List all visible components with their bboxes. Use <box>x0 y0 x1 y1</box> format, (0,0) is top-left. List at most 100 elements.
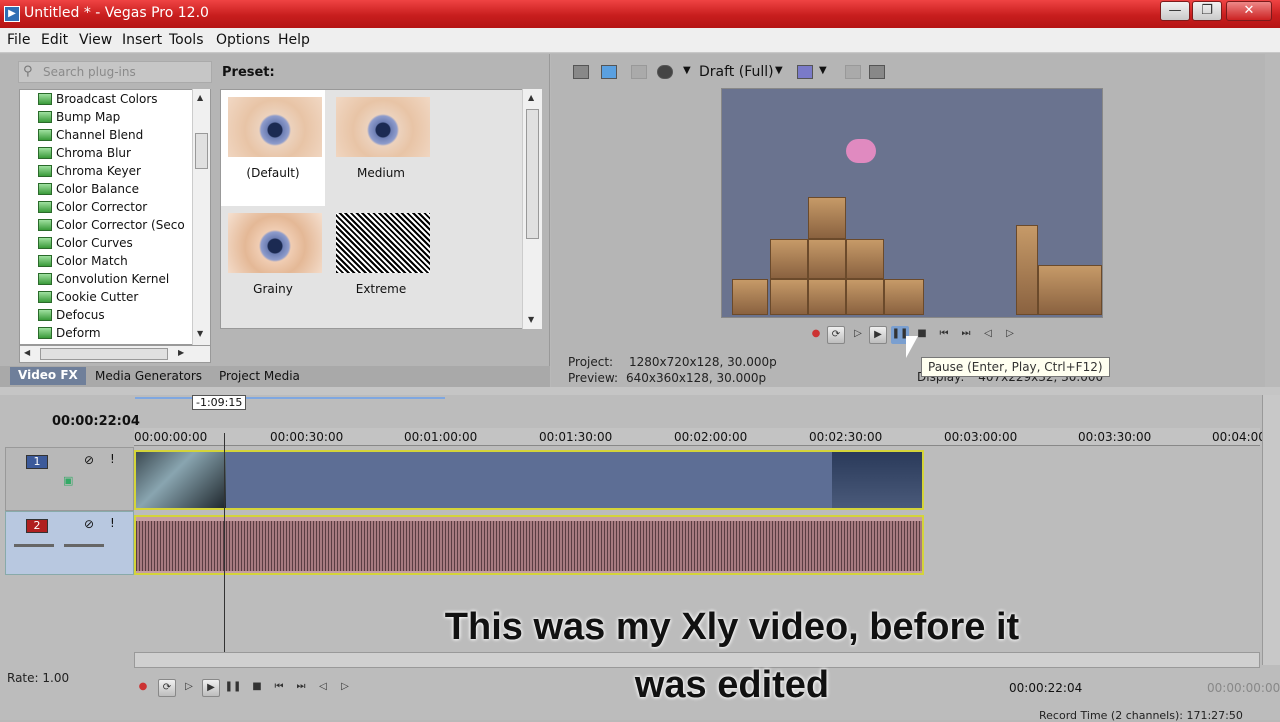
plugin-item[interactable]: Color Match <box>38 252 128 270</box>
menu-tools[interactable]: Tools <box>169 32 204 48</box>
solo-icon[interactable]: ! <box>110 452 115 466</box>
search-plugins-input[interactable]: Search plug-ins <box>18 61 212 83</box>
scroll-thumb[interactable] <box>526 109 539 239</box>
scroll-up-icon[interactable]: ▲ <box>197 93 203 102</box>
scroll-right-icon[interactable]: ▶ <box>178 348 184 357</box>
plugin-item[interactable]: Color Balance <box>38 180 139 198</box>
preset-default[interactable]: (Default) <box>221 90 325 206</box>
preview-properties-icon[interactable] <box>573 65 589 79</box>
maximize-button[interactable]: ❐ <box>1192 1 1222 21</box>
video-clip[interactable] <box>134 450 924 510</box>
go-to-start-icon[interactable]: ⏮ <box>935 326 953 344</box>
plugin-item[interactable]: Defocus <box>38 306 105 324</box>
mute-icon[interactable]: ⊘ <box>84 453 94 467</box>
track-fx-icon[interactable]: ▣ <box>63 474 73 487</box>
chevron-down-icon[interactable]: ▼ <box>819 65 827 76</box>
plugin-item[interactable]: Chroma Blur <box>38 144 131 162</box>
volume-slider[interactable] <box>14 544 54 547</box>
current-time-readout: 00:00:22:04 <box>1009 681 1083 695</box>
plugin-item[interactable]: Broadcast Colors <box>38 90 158 108</box>
preset-extreme[interactable]: Extreme <box>329 206 433 322</box>
plugin-item[interactable]: Color Curves <box>38 234 133 252</box>
solo-icon[interactable]: ! <box>110 516 115 530</box>
loop-region-bar[interactable] <box>135 397 445 399</box>
scroll-thumb[interactable] <box>40 348 168 360</box>
preset-scrollbar[interactable]: ▲ ▼ <box>522 89 542 329</box>
preview-quality-dropdown[interactable]: Draft (Full) <box>699 64 774 80</box>
plugin-item[interactable]: Convolution Kernel <box>38 270 169 288</box>
preset-medium[interactable]: Medium <box>329 90 433 206</box>
plugin-item[interactable]: Bump Map <box>38 108 120 126</box>
split-screen-icon[interactable] <box>657 65 673 79</box>
preview-fx-icon[interactable] <box>631 65 647 79</box>
previous-frame-icon[interactable]: ◁ <box>314 679 332 697</box>
tab-media-generators[interactable]: Media Generators <box>95 369 202 383</box>
plugin-list[interactable]: Broadcast Colors Bump Map Channel Blend … <box>19 89 211 345</box>
record-icon[interactable]: ● <box>807 326 825 344</box>
tab-video-fx[interactable]: Video FX <box>10 367 86 385</box>
loop-icon[interactable]: ⟳ <box>827 326 845 344</box>
menu-help[interactable]: Help <box>278 32 310 48</box>
time-ruler[interactable]: 00:00:00:00 00:00:30:00 00:01:00:00 00:0… <box>134 428 1270 446</box>
next-frame-icon[interactable]: ▷ <box>1001 326 1019 344</box>
timeline-vscrollbar[interactable] <box>1262 395 1280 665</box>
next-frame-icon[interactable]: ▷ <box>336 679 354 697</box>
plugin-item[interactable]: Color Corrector (Seco <box>38 216 185 234</box>
save-snapshot-icon[interactable] <box>869 65 885 79</box>
menu-insert[interactable]: Insert <box>122 32 162 48</box>
audio-track-header[interactable]: 2 ⊘ ! <box>5 511 134 575</box>
previous-frame-icon[interactable]: ◁ <box>979 326 997 344</box>
scroll-up-icon[interactable]: ▲ <box>528 93 534 102</box>
plugin-item[interactable]: Channel Blend <box>38 126 143 144</box>
scroll-down-icon[interactable]: ▼ <box>197 329 203 338</box>
go-to-start-icon[interactable]: ⏮ <box>270 679 288 697</box>
go-to-end-icon[interactable]: ⏭ <box>957 326 975 344</box>
close-button[interactable]: ✕ <box>1226 1 1272 21</box>
plugin-item[interactable]: Deform <box>38 324 101 342</box>
record-time-status: Record Time (2 channels): 171:27:50 <box>1039 709 1243 722</box>
plugin-item[interactable]: Cookie Cutter <box>38 288 138 306</box>
plugin-list-scrollbar[interactable]: ▲ ▼ <box>192 89 210 345</box>
preset-grainy[interactable]: Grainy <box>221 206 325 322</box>
plugin-item[interactable]: Chroma Keyer <box>38 162 141 180</box>
go-to-end-icon[interactable]: ⏭ <box>292 679 310 697</box>
loop-icon[interactable]: ⟳ <box>158 679 176 697</box>
audio-clip[interactable] <box>134 515 924 575</box>
plugin-list-hscrollbar[interactable]: ◀ ▶ <box>19 345 211 363</box>
playhead[interactable] <box>224 433 225 663</box>
chevron-down-icon[interactable]: ▼ <box>683 65 691 76</box>
play-icon[interactable]: ▶ <box>869 326 887 344</box>
time-marker[interactable]: -1:09:15 <box>192 395 247 410</box>
clip-thumbnail <box>136 452 226 508</box>
pane-splitter[interactable] <box>0 387 1280 395</box>
mute-icon[interactable]: ⊘ <box>84 517 94 531</box>
vegas-app-icon[interactable]: ▶ <box>4 6 20 22</box>
tab-project-media[interactable]: Project Media <box>219 369 300 383</box>
menu-edit[interactable]: Edit <box>41 32 68 48</box>
play-from-start-icon[interactable]: ▷ <box>849 326 867 344</box>
scroll-down-icon[interactable]: ▼ <box>528 315 534 324</box>
chevron-down-icon[interactable]: ▼ <box>775 65 783 76</box>
record-icon[interactable]: ● <box>134 679 152 697</box>
overlays-icon[interactable] <box>797 65 813 79</box>
plugin-item[interactable]: Color Corrector <box>38 198 147 216</box>
external-monitor-icon[interactable] <box>601 65 617 79</box>
stop-icon[interactable]: ■ <box>248 679 266 697</box>
play-icon[interactable]: ▶ <box>202 679 220 697</box>
preset-thumbnail <box>336 213 430 273</box>
menu-file[interactable]: File <box>7 32 30 48</box>
scroll-thumb[interactable] <box>195 133 208 169</box>
preset-thumbnail <box>228 213 322 273</box>
timeline-cursor-time: 00:00:22:04 <box>52 414 140 429</box>
preset-grid: (Default) Medium Grainy Extreme <box>220 89 542 329</box>
minimize-button[interactable]: — <box>1160 1 1190 21</box>
menu-options[interactable]: Options <box>216 32 270 48</box>
play-from-start-icon[interactable]: ▷ <box>180 679 198 697</box>
scroll-left-icon[interactable]: ◀ <box>24 348 30 357</box>
video-track-header[interactable]: 1 ⊘ ! ▣ <box>5 447 134 511</box>
pause-icon[interactable]: ❚❚ <box>224 679 242 697</box>
copy-snapshot-icon[interactable] <box>845 65 861 79</box>
menu-view[interactable]: View <box>79 32 112 48</box>
pan-slider[interactable] <box>64 544 104 547</box>
project-info: Project: 1280x720x128, 30.000p Preview: … <box>568 355 777 385</box>
